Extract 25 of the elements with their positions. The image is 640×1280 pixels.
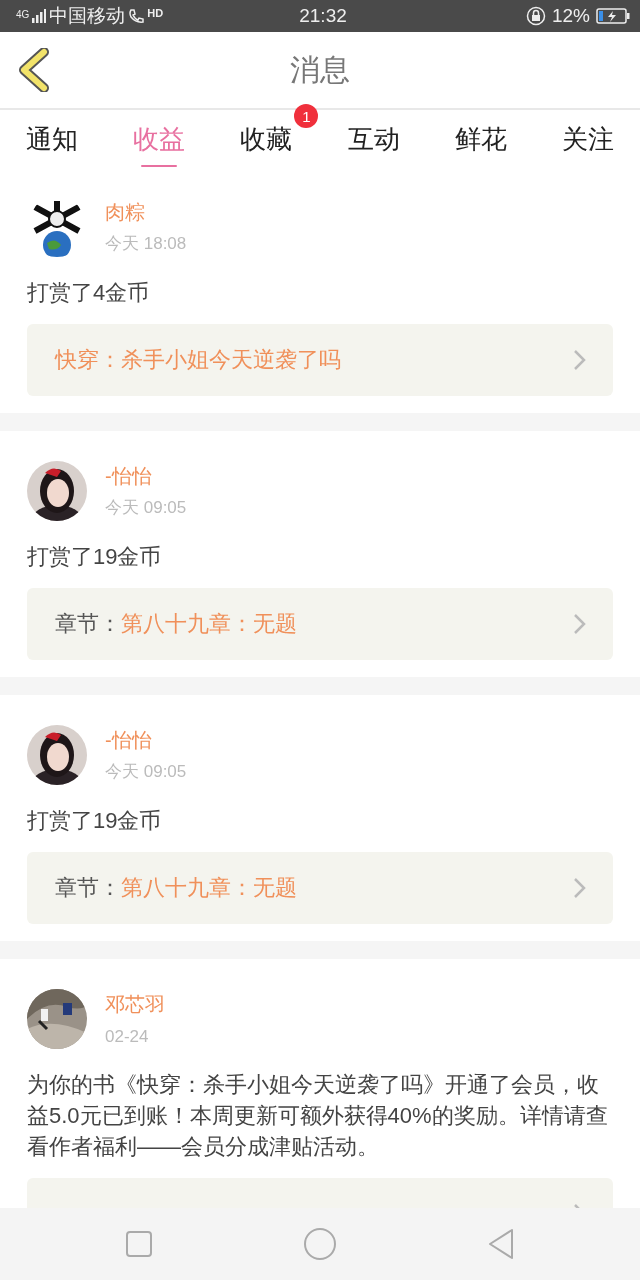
message-text: 为你的书《快穿：杀手小姐今天逆袭了吗》开通了会员，收益5.0元已到账！本周更新可额外获得40%的奖励。详情请查看作者福利——会员分成津贴活动。 <box>27 1071 609 1161</box>
tab[interactable]: 通知 <box>26 110 78 167</box>
chapter-link[interactable]: 章节：第八十九章：无题 <box>27 852 613 924</box>
notification-badge: 1 <box>294 104 319 128</box>
message-time: 02-24 <box>105 1027 150 1047</box>
user-name: -怡怡 <box>105 728 153 753</box>
message-time: 今天 09:05 <box>105 497 187 519</box>
user-name: 肉粽 <box>105 200 146 225</box>
battery-percent: 12% <box>552 5 590 27</box>
chapter-link[interactable]: 章节：第八十九章：无题 <box>27 588 613 660</box>
user-name: -怡怡 <box>105 464 153 489</box>
tab[interactable]: 鲜花 <box>454 110 507 167</box>
user-name: 邓芯羽 <box>105 992 165 1017</box>
network-type: 4G <box>16 9 30 20</box>
carrier-name: 中国移动 <box>49 4 126 28</box>
message-text: 打赏了4金币 <box>27 279 151 307</box>
tab[interactable]: 关注 <box>561 110 614 167</box>
page-title: 消息 <box>290 51 350 88</box>
message-text: 打赏了19金币 <box>27 543 163 571</box>
message-text: 打赏了19金币 <box>27 807 163 835</box>
message-time: 今天 18:08 <box>105 233 187 255</box>
message-time: 今天 09:05 <box>105 761 187 783</box>
clock: 21:32 <box>299 5 347 27</box>
tab[interactable]: 互动 <box>347 110 400 167</box>
hd-indicator: HD <box>147 7 164 19</box>
